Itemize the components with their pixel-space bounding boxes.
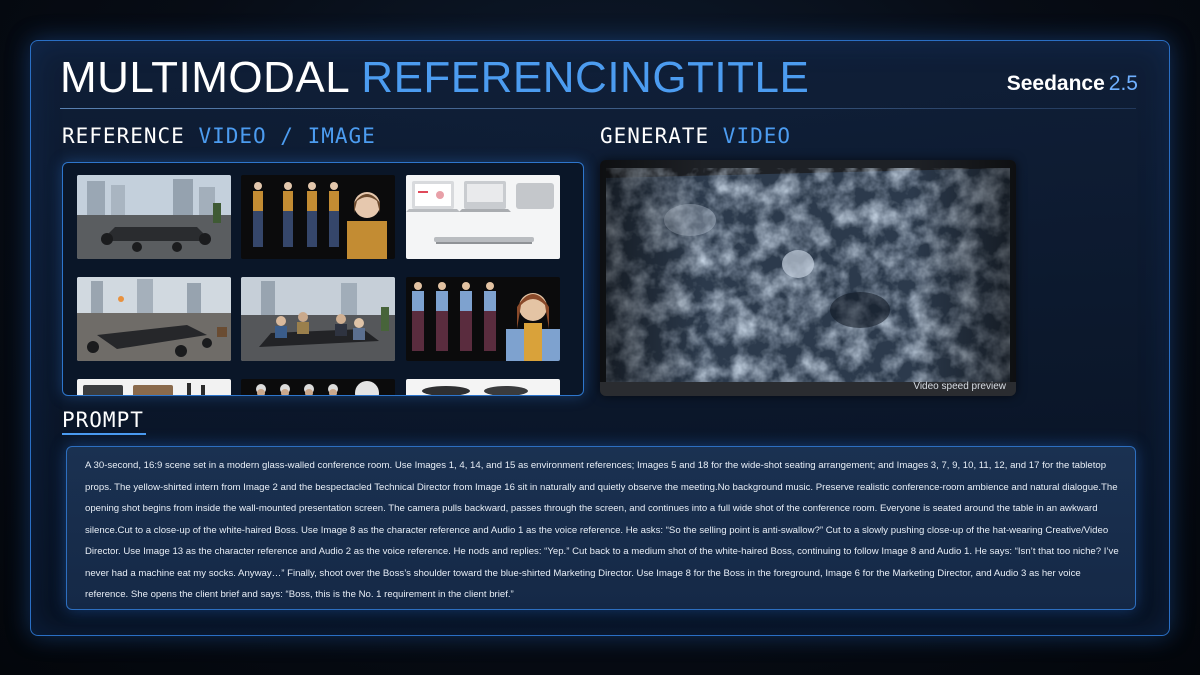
page-title: MULTIMODAL REFERENCINGTITLE — [60, 52, 809, 104]
title-main: MULTIMODAL — [60, 53, 362, 102]
title-accent: REFERENCINGTITLE — [361, 53, 810, 102]
generated-video-player[interactable]: Video speed preview — [600, 160, 1016, 396]
reference-label-b: VIDEO / IMAGE — [198, 124, 376, 148]
reference-image-intern-turnaround[interactable] — [241, 175, 395, 259]
reference-image-grid[interactable] — [62, 162, 584, 396]
generate-section-label: GENERATE VIDEO — [600, 124, 791, 148]
brand-name: Seedance — [1006, 72, 1105, 95]
reference-image-marketing-director-turnaround[interactable] — [406, 277, 560, 361]
video-frame — [600, 160, 1016, 396]
prompt-section-label: PROMPT — [62, 408, 144, 432]
generate-label-b: VIDEO — [722, 124, 792, 148]
prompt-label: PROMPT — [62, 408, 144, 432]
reference-image-empty-conference-room[interactable] — [77, 277, 231, 361]
reference-image-laptop-product[interactable] — [406, 175, 560, 259]
reference-image-team-meeting[interactable] — [241, 277, 395, 361]
prompt-label-underline — [62, 433, 146, 435]
brand-logo: Seedance 2.5 — [1007, 72, 1138, 96]
video-speed-note: Video speed preview — [913, 381, 1006, 392]
prompt-text-box[interactable]: A 30-second, 16:9 scene set in a modern … — [66, 446, 1136, 610]
reference-label-a: REFERENCE — [62, 124, 199, 148]
prompt-text: A 30-second, 16:9 scene set in a modern … — [85, 460, 1119, 600]
reference-image-tabletop-props[interactable] — [77, 379, 231, 395]
title-divider — [60, 108, 1136, 109]
generate-label-a: GENERATE — [600, 124, 723, 148]
brand-version: 2.5 — [1108, 72, 1138, 95]
reference-image-devices[interactable] — [406, 379, 560, 395]
reference-section-label: REFERENCE VIDEO / IMAGE — [62, 124, 376, 148]
reference-image-boss-turnaround[interactable] — [241, 379, 395, 395]
reference-image-conference-room[interactable] — [77, 175, 231, 259]
